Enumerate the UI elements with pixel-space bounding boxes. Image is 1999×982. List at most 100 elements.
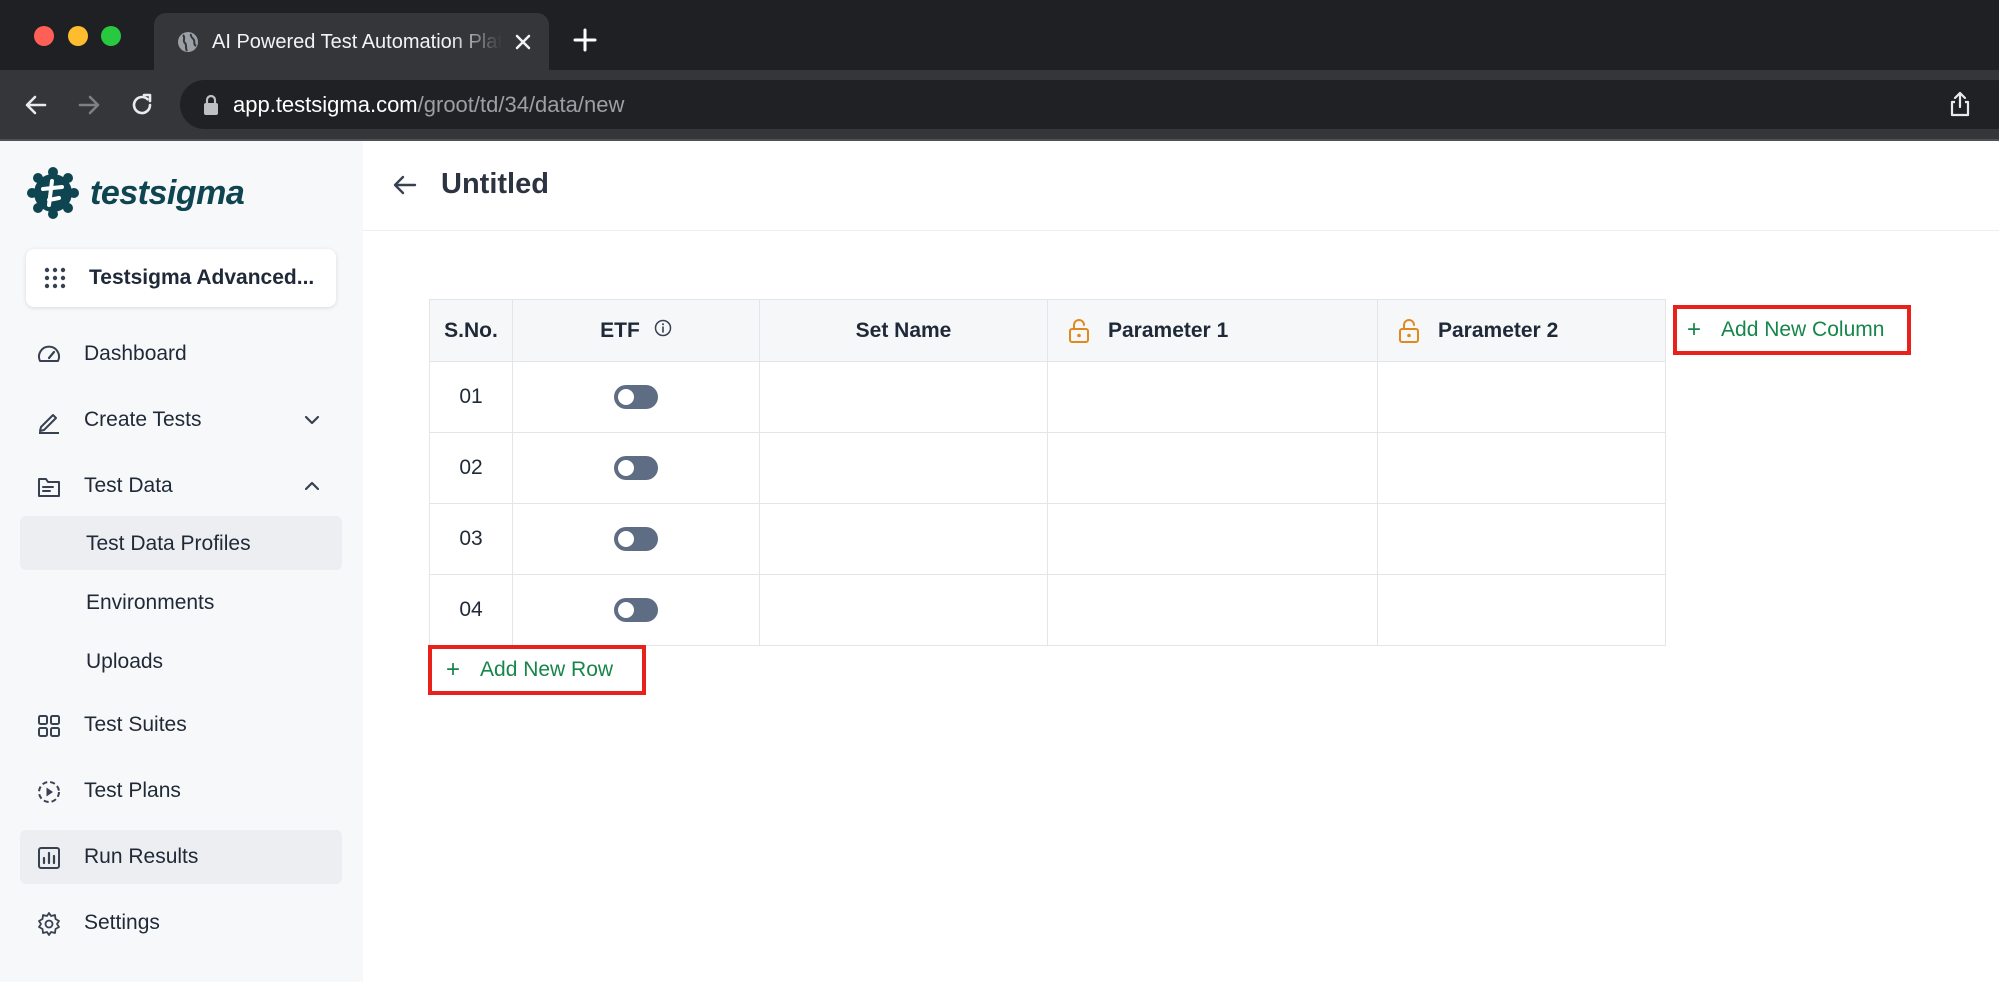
sidebar-item-label: Dashboard — [84, 342, 187, 365]
column-header-set-name[interactable]: Set Name — [759, 299, 1048, 362]
cell-parameter-1[interactable] — [1047, 361, 1378, 433]
cell-set-name[interactable] — [759, 574, 1048, 646]
cell-etf — [512, 574, 760, 646]
logo[interactable]: testsigma — [26, 166, 245, 220]
cell-set-name[interactable] — [759, 432, 1048, 504]
cell-sno: 02 — [429, 432, 513, 504]
sidebar-item-test-suites[interactable]: Test Suites — [20, 698, 342, 752]
cell-parameter-1[interactable] — [1047, 432, 1378, 504]
maximize-window-button[interactable] — [101, 26, 121, 46]
sidebar-subitem-label: Uploads — [86, 650, 164, 673]
sidebar-item-test-data-profiles[interactable]: Test Data Profiles — [20, 516, 342, 570]
back-icon[interactable] — [21, 90, 51, 120]
chevron-down-icon[interactable] — [302, 410, 322, 430]
gauge-icon — [38, 345, 60, 362]
sidebar-item-label: Run Results — [84, 845, 199, 868]
etf-toggle[interactable] — [614, 527, 658, 552]
add-new-column-button[interactable]: + Add New Column — [1673, 305, 1911, 355]
sidebar-item-test-plans[interactable]: Test Plans — [20, 764, 342, 818]
testsigma-logo-icon — [27, 167, 79, 219]
sidebar-item-create-tests[interactable]: Create Tests — [20, 393, 342, 447]
cell-etf — [512, 361, 760, 433]
globe-icon — [178, 32, 198, 52]
folder-icon — [38, 478, 60, 497]
column-header-label: S.No. — [444, 318, 498, 342]
cell-sno: 03 — [429, 503, 513, 575]
cell-set-name[interactable] — [759, 361, 1048, 433]
gear-icon — [38, 912, 60, 936]
column-header-label: Set Name — [855, 318, 952, 342]
add-new-row-button[interactable]: + Add New Row — [428, 645, 646, 695]
workspace-name: Testsigma Advanced... — [89, 266, 315, 289]
info-icon[interactable] — [654, 319, 672, 337]
bar-chart-icon — [38, 847, 60, 869]
chevron-up-icon[interactable] — [302, 476, 322, 496]
browser-tab-bar: AI Powered Test Automation Platform — [0, 0, 1999, 70]
unlock-icon[interactable] — [1398, 318, 1420, 343]
cell-set-name[interactable] — [759, 503, 1048, 575]
forward-icon[interactable] — [74, 90, 104, 120]
play-circle-icon — [38, 781, 60, 803]
cell-parameter-1[interactable] — [1047, 574, 1378, 646]
cell-sno: 01 — [429, 361, 513, 433]
sidebar-item-settings[interactable]: Settings — [20, 896, 342, 950]
etf-toggle[interactable] — [614, 385, 658, 410]
unlock-icon[interactable] — [1068, 318, 1090, 343]
column-header-parameter-1[interactable]: Parameter 1 — [1047, 299, 1378, 362]
sidebar: testsigma Testsigma Advanced... Dashboar… — [0, 141, 363, 982]
column-header-etf: ETF — [512, 299, 760, 362]
column-header-label: ETF — [600, 318, 640, 342]
reload-icon[interactable] — [127, 90, 157, 120]
sidebar-item-environments[interactable]: Environments — [20, 575, 342, 629]
browser-toolbar: app.testsigma.com/groot/td/34/data/new — [0, 70, 1999, 139]
close-tab-icon[interactable] — [511, 30, 535, 54]
minimize-window-button[interactable] — [68, 26, 88, 46]
page-header: Untitled — [363, 141, 1999, 231]
cell-sno: 04 — [429, 574, 513, 646]
add-new-column-label: Add New Column — [1721, 318, 1885, 341]
test-data-table: S.No. ETF Set Name Parameter 1 Parameter… — [429, 299, 1666, 646]
sidebar-item-label: Test Data — [84, 474, 173, 497]
share-icon[interactable] — [1947, 90, 1973, 118]
etf-toggle[interactable] — [614, 456, 658, 481]
workspace-switcher[interactable]: Testsigma Advanced... — [26, 249, 336, 307]
back-arrow-icon[interactable] — [391, 171, 419, 199]
sidebar-item-label: Settings — [84, 911, 160, 934]
page-title: Untitled — [441, 168, 549, 200]
sidebar-subitem-label: Environments — [86, 591, 215, 614]
sidebar-item-dashboard[interactable]: Dashboard — [20, 327, 342, 381]
cell-parameter-2[interactable] — [1377, 503, 1666, 575]
column-header-label: Parameter 1 — [1108, 318, 1229, 342]
url-host: app.testsigma.com — [233, 92, 418, 117]
column-header-parameter-2[interactable]: Parameter 2 — [1377, 299, 1666, 362]
apps-grid-icon — [44, 267, 66, 289]
table-header-row: S.No. ETF Set Name Parameter 1 Parameter… — [429, 299, 1666, 362]
sidebar-item-uploads[interactable]: Uploads — [20, 634, 342, 688]
cell-parameter-2[interactable] — [1377, 432, 1666, 504]
new-tab-icon[interactable] — [572, 27, 598, 53]
plus-icon: + — [1687, 316, 1702, 343]
sidebar-subitem-label: Test Data Profiles — [86, 532, 251, 555]
etf-toggle[interactable] — [614, 598, 658, 623]
tab-title: AI Powered Test Automation Platform — [212, 31, 502, 53]
cell-parameter-1[interactable] — [1047, 503, 1378, 575]
cell-parameter-2[interactable] — [1377, 574, 1666, 646]
sidebar-item-run-results[interactable]: Run Results — [20, 830, 342, 884]
table-row: 04 — [429, 574, 1666, 646]
table-row: 02 — [429, 432, 1666, 504]
grid-icon — [38, 715, 60, 737]
sidebar-item-label: Test Suites — [84, 713, 187, 736]
cell-etf — [512, 432, 760, 504]
sidebar-item-test-data[interactable]: Test Data — [20, 459, 342, 513]
cell-parameter-2[interactable] — [1377, 361, 1666, 433]
url-path: /groot/td/34/data/new — [417, 92, 625, 117]
column-header-label: Parameter 2 — [1438, 318, 1559, 342]
add-new-row-label: Add New Row — [480, 658, 614, 681]
address-bar[interactable]: app.testsigma.com/groot/td/34/data/new — [180, 80, 1999, 129]
sidebar-item-label: Test Plans — [84, 779, 181, 802]
url-text: app.testsigma.com/groot/td/34/data/new — [233, 92, 624, 118]
close-window-button[interactable] — [34, 26, 54, 46]
table-row: 01 — [429, 361, 1666, 433]
browser-tab[interactable]: AI Powered Test Automation Platform — [154, 13, 549, 70]
column-header-sno: S.No. — [429, 299, 513, 362]
